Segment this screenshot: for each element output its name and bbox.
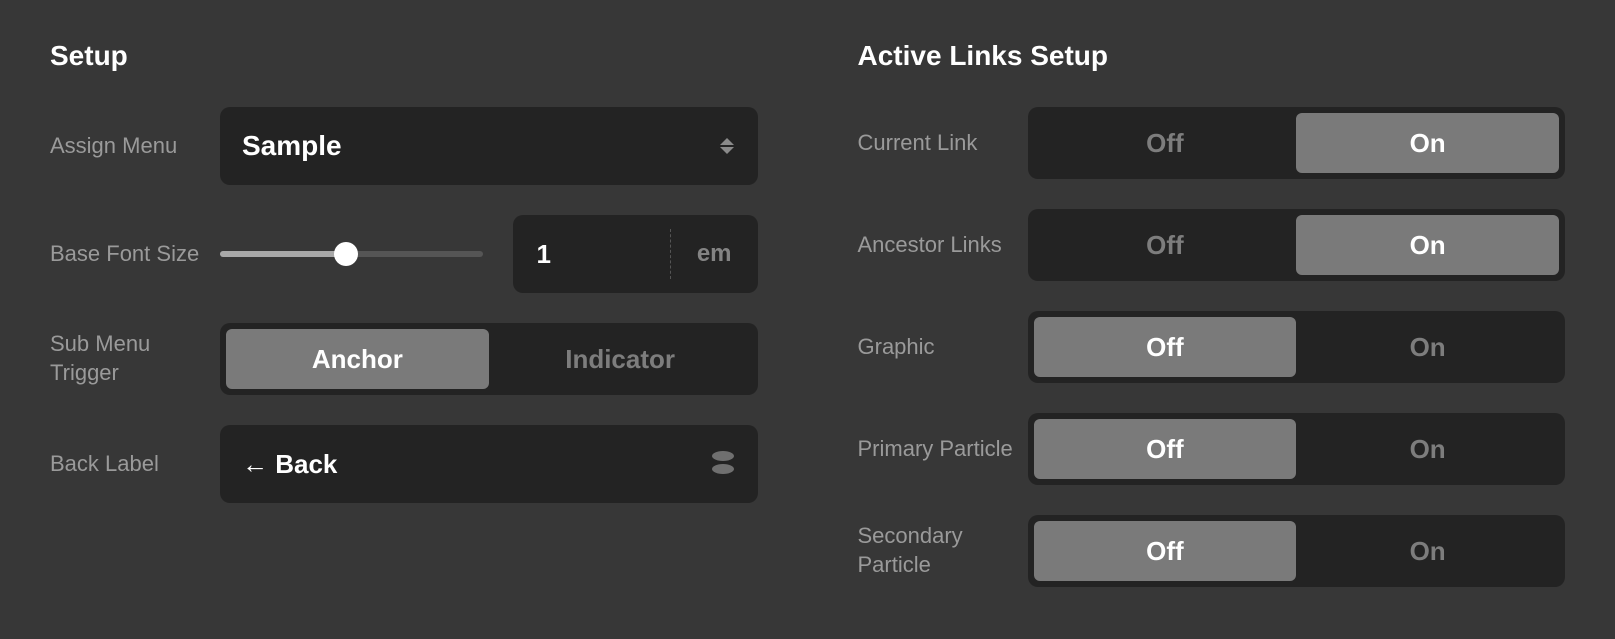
row-sub-menu-trigger: Sub Menu Trigger Anchor Indicator (50, 323, 758, 395)
setup-section: Setup Assign Menu Sample Base Font Size … (50, 40, 758, 599)
sub-menu-trigger-label: Sub Menu Trigger (50, 330, 220, 387)
base-font-label: Base Font Size (50, 240, 220, 269)
active-links-title: Active Links Setup (858, 40, 1566, 72)
primary-particle-on[interactable]: On (1296, 419, 1559, 479)
slider-fill (220, 251, 346, 257)
assign-menu-select[interactable]: Sample (220, 107, 758, 185)
row-base-font-size: Base Font Size 1 em (50, 215, 758, 293)
base-font-slider[interactable] (220, 251, 483, 257)
row-secondary-particle: Secondary Particle Off On (858, 515, 1566, 587)
primary-particle-label: Primary Particle (858, 435, 1028, 464)
row-assign-menu: Assign Menu Sample (50, 107, 758, 185)
secondary-particle-on[interactable]: On (1296, 521, 1559, 581)
row-graphic: Graphic Off On (858, 311, 1566, 383)
base-font-unit-select[interactable]: em (670, 229, 758, 279)
secondary-particle-toggle: Off On (1028, 515, 1566, 587)
row-current-link: Current Link Off On (858, 107, 1566, 179)
sub-menu-trigger-anchor[interactable]: Anchor (226, 329, 489, 389)
base-font-number-box: 1 em (513, 215, 758, 293)
sub-menu-trigger-indicator[interactable]: Indicator (489, 329, 752, 389)
back-label-input[interactable]: ← Back (220, 425, 758, 503)
current-link-on[interactable]: On (1296, 113, 1559, 173)
setup-title: Setup (50, 40, 758, 72)
current-link-toggle: Off On (1028, 107, 1566, 179)
current-link-off[interactable]: Off (1034, 113, 1297, 173)
secondary-particle-label: Secondary Particle (858, 522, 1028, 579)
ancestor-links-label: Ancestor Links (858, 231, 1028, 260)
base-font-value-input[interactable]: 1 (513, 239, 670, 270)
assign-menu-value: Sample (242, 130, 342, 162)
ancestor-links-on[interactable]: On (1296, 215, 1559, 275)
primary-particle-off[interactable]: Off (1034, 419, 1297, 479)
primary-particle-toggle: Off On (1028, 413, 1566, 485)
back-label-label: Back Label (50, 450, 220, 479)
current-link-label: Current Link (858, 129, 1028, 158)
graphic-off[interactable]: Off (1034, 317, 1297, 377)
row-back-label: Back Label ← Back (50, 425, 758, 503)
row-ancestor-links: Ancestor Links Off On (858, 209, 1566, 281)
graphic-toggle: Off On (1028, 311, 1566, 383)
secondary-particle-off[interactable]: Off (1034, 521, 1297, 581)
sub-menu-trigger-toggle: Anchor Indicator (220, 323, 758, 395)
row-primary-particle: Primary Particle Off On (858, 413, 1566, 485)
chevron-updown-icon (720, 138, 734, 154)
graphic-on[interactable]: On (1296, 317, 1559, 377)
slider-thumb[interactable] (334, 242, 358, 266)
active-links-section: Active Links Setup Current Link Off On A… (858, 40, 1566, 599)
back-label-value: ← Back (242, 449, 337, 480)
ancestor-links-off[interactable]: Off (1034, 215, 1297, 275)
database-icon[interactable] (712, 451, 734, 477)
assign-menu-label: Assign Menu (50, 132, 220, 161)
ancestor-links-toggle: Off On (1028, 209, 1566, 281)
graphic-label: Graphic (858, 333, 1028, 362)
